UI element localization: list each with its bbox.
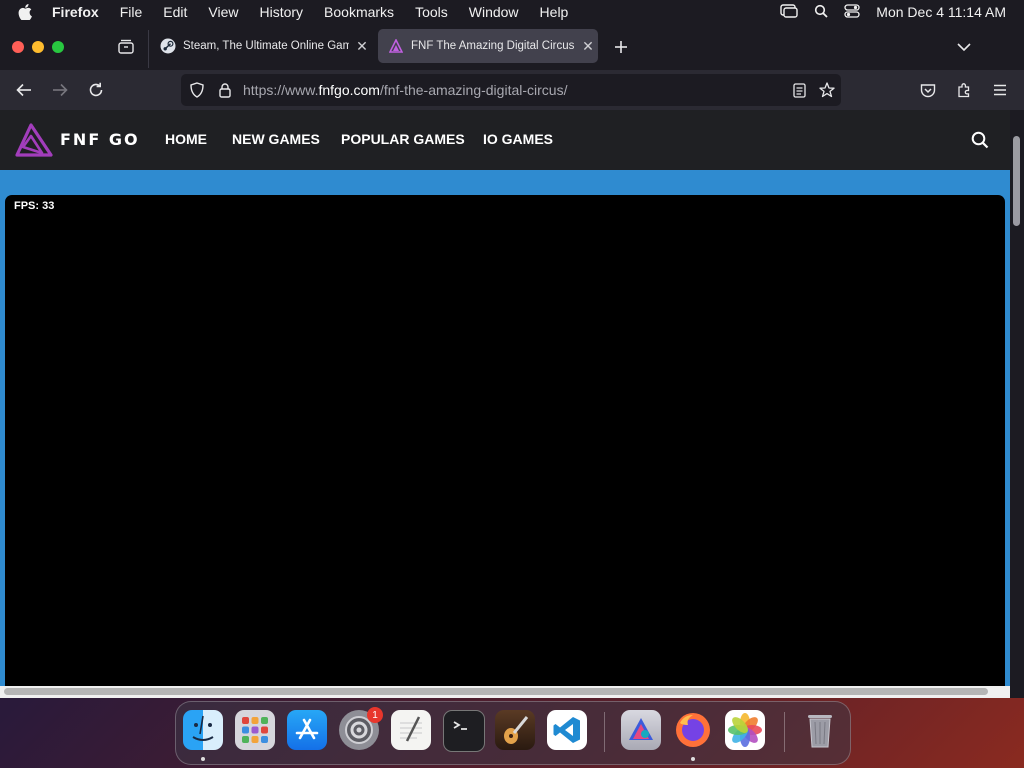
pocket-icon[interactable] [916, 78, 940, 102]
zoom-window-button[interactable] [52, 41, 64, 53]
extensions-icon[interactable] [952, 78, 976, 102]
close-tab-icon[interactable]: ✕ [353, 38, 371, 55]
nav-home[interactable]: HOME [165, 131, 207, 147]
menu-edit[interactable]: Edit [163, 4, 187, 20]
forward-icon[interactable] [48, 78, 72, 102]
firefox-running-indicator [691, 757, 695, 761]
macos-menubar: Firefox File Edit View History Bookmarks… [0, 0, 1024, 24]
app-store-icon[interactable] [287, 710, 327, 750]
firefox-view-icon[interactable] [114, 35, 138, 59]
navigation-toolbar: https://www.fnfgo.com/fnf-the-amazing-di… [0, 70, 1024, 110]
spotlight-search-icon[interactable] [814, 4, 828, 21]
back-icon[interactable] [12, 78, 36, 102]
menu-tools[interactable]: Tools [415, 4, 448, 20]
bookmark-star-icon[interactable] [815, 78, 839, 102]
trash-icon[interactable] [800, 710, 840, 750]
new-tab-icon[interactable] [609, 35, 633, 59]
web-page: FNF GO HOME NEW GAMES POPULAR GAMES IO G… [0, 110, 1010, 698]
menu-file[interactable]: File [120, 4, 143, 20]
nav-io-games[interactable]: IO GAMES [483, 131, 553, 147]
horizontal-scrollbar-thumb[interactable] [4, 688, 988, 695]
macos-dock: 1 [175, 701, 851, 765]
url-path: /fnf-the-amazing-digital-circus/ [379, 82, 568, 98]
close-tab-icon[interactable]: ✕ [579, 38, 597, 55]
menubar-clock[interactable]: Mon Dec 4 11:14 AM [876, 4, 1006, 20]
url-text[interactable]: https://www.fnfgo.com/fnf-the-amazing-di… [243, 82, 567, 98]
url-prefix: https://www. [243, 82, 319, 98]
padlock-icon[interactable] [213, 78, 237, 102]
minimize-window-button[interactable] [32, 41, 44, 53]
dock-separator [604, 712, 605, 752]
firefox-window: Steam, The Ultimate Online Game Platform… [0, 24, 1024, 698]
menu-bookmarks[interactable]: Bookmarks [324, 4, 394, 20]
finder-running-indicator [201, 757, 205, 761]
apple-menu-icon[interactable] [18, 4, 36, 20]
finder-icon[interactable] [183, 710, 223, 750]
terminal-icon[interactable] [443, 710, 485, 752]
garageband-icon[interactable] [495, 710, 535, 750]
affinity-icon[interactable] [621, 710, 661, 750]
game-canvas[interactable]: FPS: 33 [5, 195, 1005, 698]
menu-window[interactable]: Window [469, 4, 519, 20]
screen-mirroring-icon[interactable] [780, 3, 798, 21]
firefox-dock-icon[interactable] [673, 710, 713, 750]
vertical-scrollbar-thumb[interactable] [1013, 136, 1020, 226]
close-window-button[interactable] [12, 41, 24, 53]
hamburger-menu-icon[interactable] [988, 78, 1012, 102]
photos-icon[interactable] [725, 710, 765, 750]
site-header: FNF GO HOME NEW GAMES POPULAR GAMES IO G… [0, 110, 1010, 170]
visual-studio-code-icon[interactable] [547, 710, 587, 750]
nav-popular-games[interactable]: POPULAR GAMES [341, 131, 465, 147]
list-all-tabs-icon[interactable] [952, 35, 976, 59]
tracking-protection-shield-icon[interactable] [185, 78, 209, 102]
menu-history[interactable]: History [259, 4, 303, 20]
reader-view-icon[interactable] [787, 78, 811, 102]
tab-steam[interactable]: Steam, The Ultimate Online Game Platform… [150, 29, 372, 63]
menu-view[interactable]: View [208, 4, 238, 20]
system-settings-badge: 1 [367, 707, 383, 723]
fnfgo-logo-icon[interactable] [14, 123, 54, 162]
dock-separator [784, 712, 785, 752]
steam-icon [160, 38, 176, 54]
tab-title: Steam, The Ultimate Online Game Platform [183, 40, 349, 52]
reload-icon[interactable] [84, 78, 108, 102]
url-domain: fnfgo.com [318, 82, 380, 98]
tab-bar: Steam, The Ultimate Online Game Platform… [0, 24, 1024, 70]
url-bar[interactable]: https://www.fnfgo.com/fnf-the-amazing-di… [181, 74, 841, 106]
menu-app-name[interactable]: Firefox [52, 4, 99, 20]
control-center-icon[interactable] [844, 3, 860, 21]
nav-new-games[interactable]: NEW GAMES [232, 131, 320, 147]
site-brand[interactable]: FNF GO [60, 130, 140, 149]
textedit-icon[interactable] [391, 710, 431, 750]
fps-counter: FPS: 33 [14, 200, 55, 212]
site-search-icon[interactable] [971, 131, 989, 154]
tab-divider [148, 30, 149, 68]
launchpad-icon[interactable] [235, 710, 275, 750]
tab-title: FNF The Amazing Digital Circus [411, 40, 575, 52]
menu-help[interactable]: Help [540, 4, 569, 20]
tab-fnf-active[interactable]: FNF The Amazing Digital Circus ✕ [378, 29, 598, 63]
fnfgo-icon [388, 38, 404, 54]
